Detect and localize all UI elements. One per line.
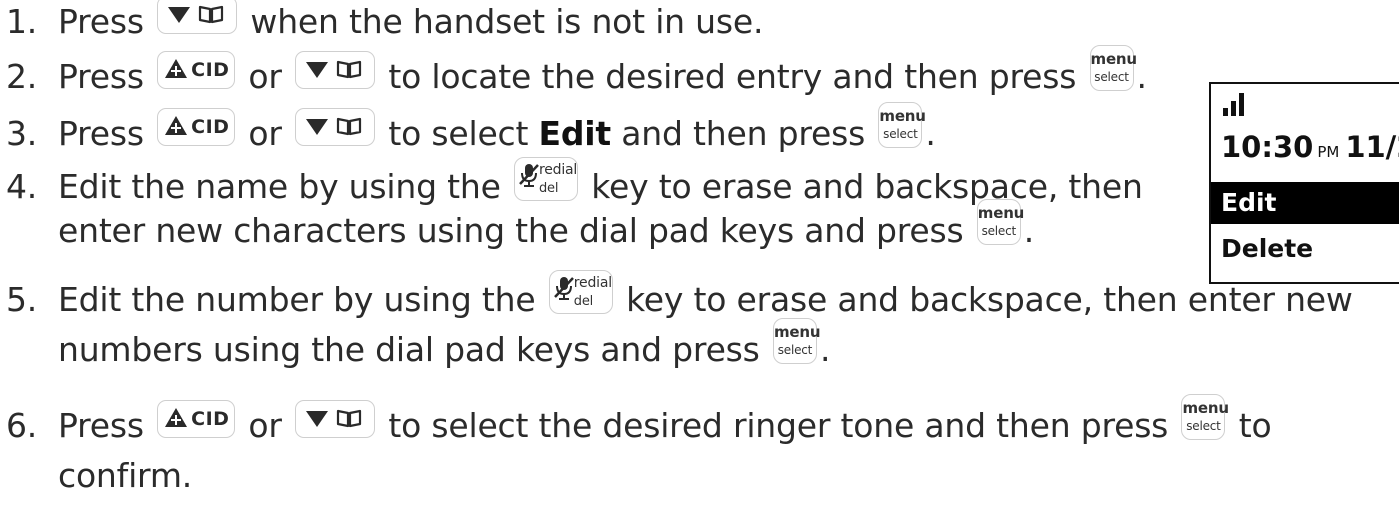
step-text: Press <box>58 406 155 445</box>
step-2: 2. Press CID or to locate the desired ent… <box>6 45 1148 103</box>
phonebook-icon <box>336 117 362 136</box>
step-text: . <box>1023 211 1035 250</box>
step-number: 3. <box>6 114 38 153</box>
down-arrow-icon <box>306 62 329 78</box>
step-6-continued: confirm. <box>58 456 192 496</box>
step-text: Press <box>58 114 155 153</box>
select-label: select <box>1186 419 1221 433</box>
step-number: 6. <box>6 406 38 445</box>
redial-label: redial <box>573 275 612 291</box>
down-phonebook-key <box>295 108 376 146</box>
step-text: key to erase and backspace, then enter n… <box>615 280 1353 319</box>
step-number: 5. <box>6 280 38 319</box>
step-5: 5. Edit the number by using the redial del… <box>6 270 1353 324</box>
step-number: 4. <box>6 167 38 206</box>
cid-label: CID <box>191 116 230 138</box>
menu-select-key: menu select <box>1089 45 1138 91</box>
step-text: Press <box>58 57 155 96</box>
cid-label: CID <box>191 59 230 81</box>
down-arrow-icon <box>306 411 329 427</box>
step-text: to locate the desired entry and then pre… <box>378 57 1087 96</box>
select-label: select <box>1094 70 1129 84</box>
signal-icon <box>1223 93 1244 116</box>
menu-label: menu <box>879 107 926 125</box>
up-arrow-icon <box>165 408 188 427</box>
up-cid-key: CID <box>157 400 236 438</box>
up-cid-key: CID <box>157 108 236 146</box>
up-arrow-icon <box>165 59 188 78</box>
display-ampm: PM <box>1317 143 1340 161</box>
step-text: when the handset is not in use. <box>240 2 764 41</box>
del-label: del <box>573 294 594 309</box>
up-arrow-icon <box>165 116 188 135</box>
handset-display: 10:30PM 11/2 Edit Delete <box>1209 82 1399 284</box>
mute-mic-icon <box>519 164 539 187</box>
menu-select-key: menu select <box>976 199 1025 245</box>
step-text: to <box>1228 406 1272 445</box>
step-text: to select the desired ringer tone and th… <box>378 406 1179 445</box>
step-1: 1. Press when the handset is not in use. <box>6 0 764 42</box>
step-text: confirm. <box>58 456 193 495</box>
display-menu-item-edit: Edit <box>1211 182 1399 224</box>
step-4-continued: enter new characters using the dial pad … <box>58 199 1035 257</box>
display-time: 10:30 <box>1221 130 1314 164</box>
step-5-continued: numbers using the dial pad keys and pres… <box>58 318 831 376</box>
step-text: Edit the number by using the <box>58 280 546 319</box>
redial-label: redial <box>538 162 578 178</box>
cid-label: CID <box>191 408 230 430</box>
display-time-row: 10:30PM 11/2 <box>1221 131 1399 168</box>
down-arrow-icon <box>168 7 191 23</box>
step-text: to select <box>378 114 539 153</box>
display-menu-item-delete: Delete <box>1221 234 1314 263</box>
select-label: select <box>777 343 813 357</box>
display-date: 11/2 <box>1345 130 1399 164</box>
step-text: and then press <box>610 114 876 153</box>
menu-label: menu <box>773 323 821 341</box>
select-label: select <box>883 127 918 141</box>
down-arrow-icon <box>306 119 329 135</box>
step-6: 6. Press CID or to select the desired rin… <box>6 394 1272 452</box>
step-text: Edit the name by using the <box>58 167 511 206</box>
phonebook-icon <box>336 60 362 79</box>
menu-select-key: menu select <box>1181 394 1229 440</box>
step-number: 1. <box>6 2 38 41</box>
step-text: Press <box>58 2 155 41</box>
step-text: key to erase and backspace, then <box>580 167 1143 206</box>
up-cid-key: CID <box>157 51 236 89</box>
phonebook-icon <box>199 5 224 24</box>
step-text: or <box>238 114 293 153</box>
mute-mic-icon <box>553 277 574 300</box>
step-text: numbers using the dial pad keys and pres… <box>58 330 770 369</box>
menu-label: menu <box>1090 50 1138 68</box>
step-text: . <box>819 330 831 369</box>
menu-label: menu <box>977 204 1025 222</box>
phonebook-icon <box>336 409 362 428</box>
step-text: . <box>925 114 936 153</box>
down-phonebook-key <box>295 400 376 438</box>
step-3: 3. Press CID or to select Edit and then p… <box>6 102 936 160</box>
down-phonebook-key <box>157 0 238 34</box>
down-phonebook-key <box>295 51 376 89</box>
menu-label: menu <box>1182 399 1229 417</box>
step-text: enter new characters using the dial pad … <box>58 211 974 250</box>
step-text: or <box>238 406 293 445</box>
menu-select-key: menu select <box>772 318 821 364</box>
del-label: del <box>538 181 559 196</box>
step-number: 2. <box>6 57 38 96</box>
menu-select-key: menu select <box>878 102 926 148</box>
step-text: or <box>238 57 293 96</box>
redial-del-key: redial del <box>548 270 613 314</box>
select-label: select <box>981 224 1017 238</box>
edit-keyword: Edit <box>538 114 612 153</box>
step-4: 4. Edit the name by using the redial del k… <box>6 157 1143 211</box>
redial-del-key: redial del <box>513 157 578 201</box>
step-text: . <box>1136 57 1148 96</box>
